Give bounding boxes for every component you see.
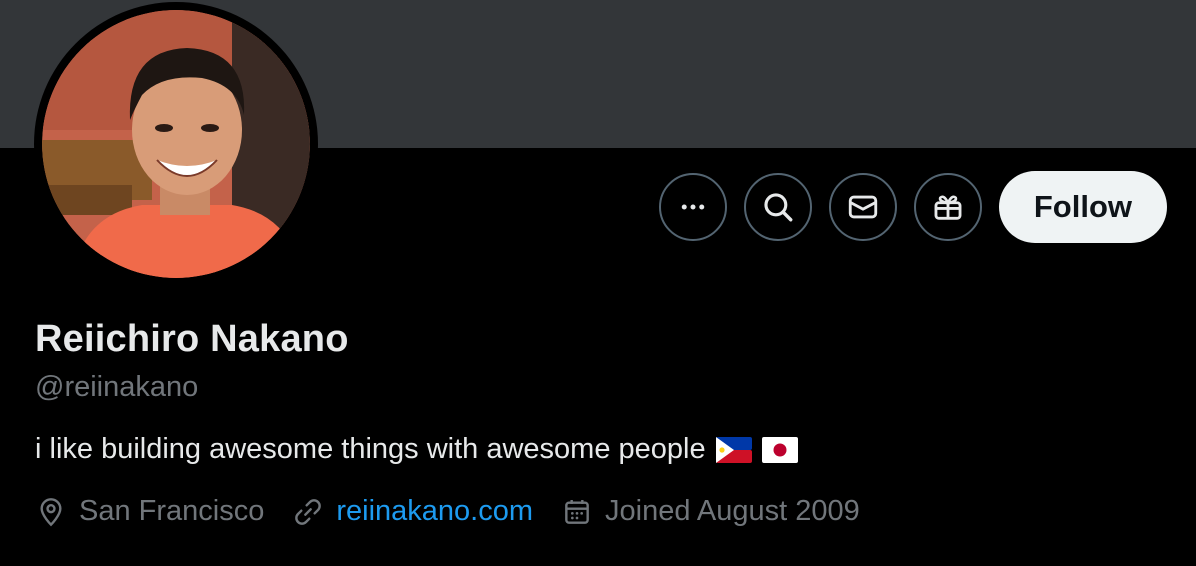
profile-actions: Follow xyxy=(658,171,1167,243)
bio-text: i like building awesome things with awes… xyxy=(35,433,706,465)
message-icon xyxy=(848,195,878,219)
avatar[interactable] xyxy=(34,2,318,286)
joined-text: Joined August 2009 xyxy=(605,495,860,527)
website-link[interactable]: reiinakano.com xyxy=(336,495,533,528)
calendar-icon xyxy=(565,499,589,524)
location-pin-icon xyxy=(40,497,62,526)
profile-handle: @reiinakano xyxy=(35,371,199,403)
more-icon xyxy=(681,204,705,210)
profile-meta: San Francisco reiinakano.com Joined Augu… xyxy=(35,495,888,528)
avatar-photo xyxy=(42,10,310,278)
link-icon xyxy=(295,498,322,525)
follow-button[interactable]: Follow xyxy=(998,171,1167,243)
profile-page: Follow Reiichiro Nakano @reiinakano i li… xyxy=(0,0,1196,566)
website-item: reiinakano.com xyxy=(292,495,533,528)
profile-bio: i like building awesome things with awes… xyxy=(35,433,798,466)
search-icon xyxy=(764,193,793,222)
philippines-flag xyxy=(715,436,752,463)
joined-item: Joined August 2009 xyxy=(561,495,860,528)
location-item: San Francisco xyxy=(35,495,264,528)
gift-button[interactable] xyxy=(913,173,982,241)
gift-icon xyxy=(934,195,962,220)
message-button[interactable] xyxy=(828,173,897,241)
search-button[interactable] xyxy=(743,173,812,241)
location-text: San Francisco xyxy=(79,495,265,527)
japan-flag xyxy=(761,436,798,463)
more-button[interactable] xyxy=(658,173,727,241)
profile-name: Reiichiro Nakano xyxy=(35,318,349,360)
